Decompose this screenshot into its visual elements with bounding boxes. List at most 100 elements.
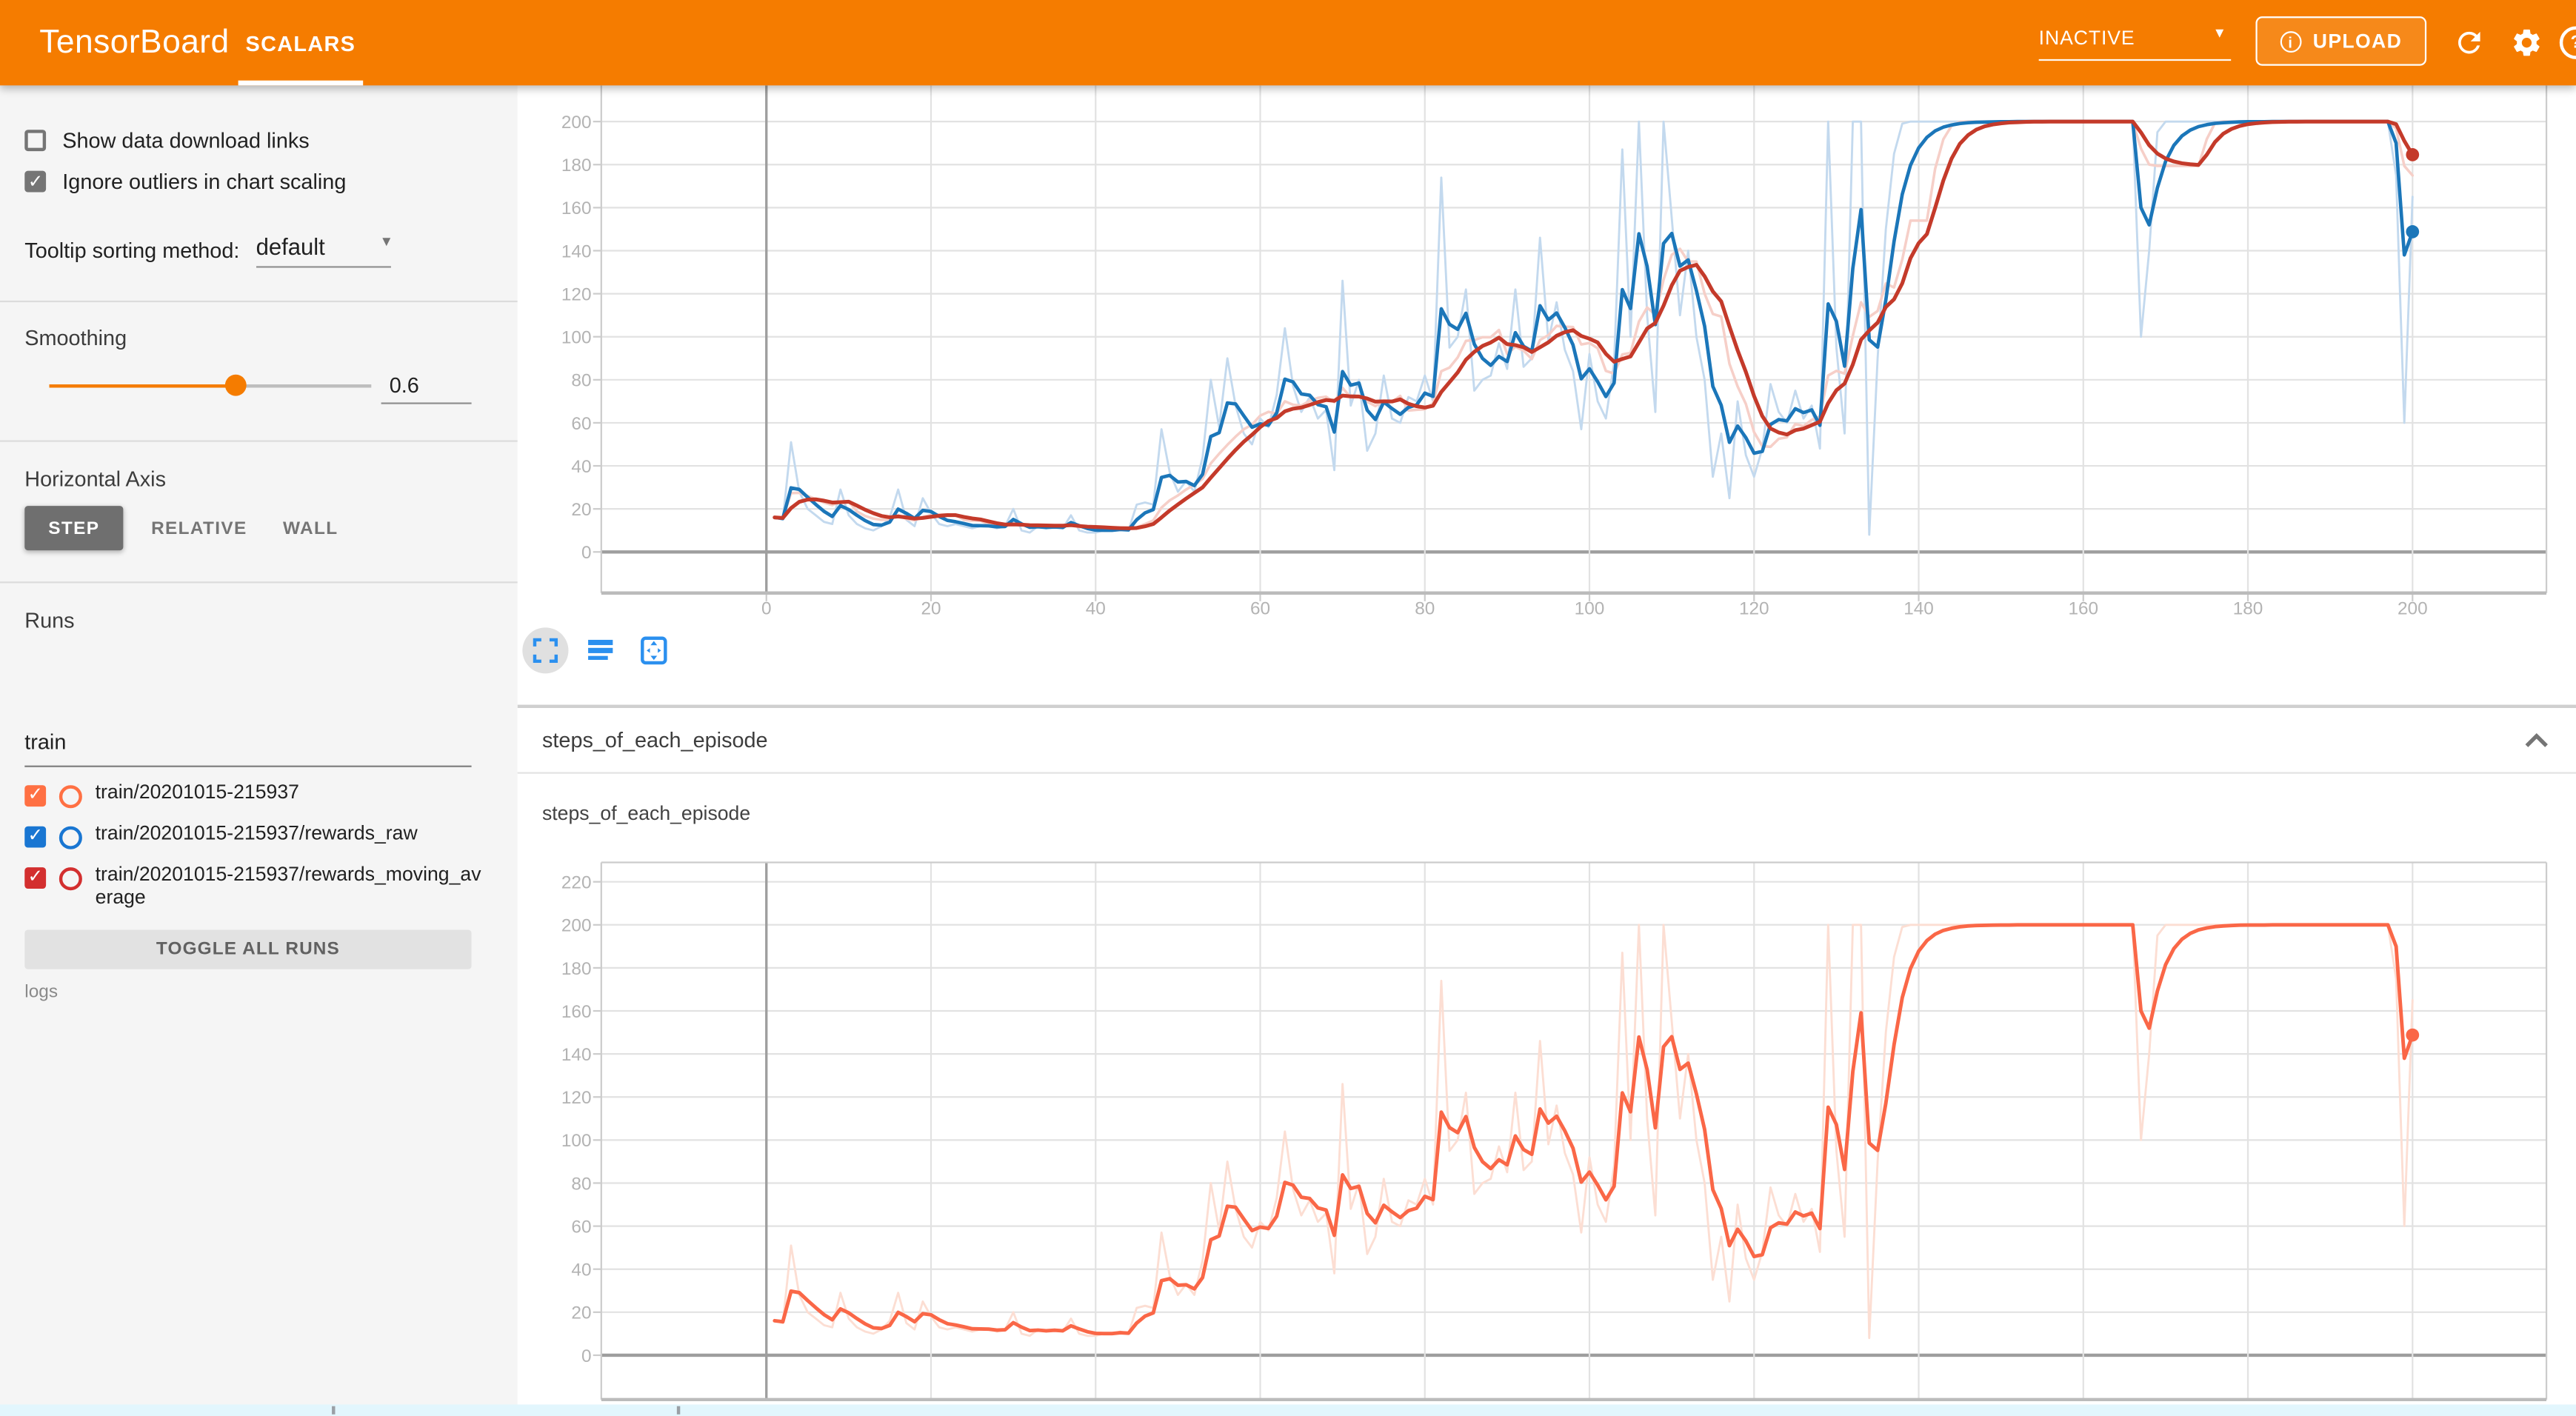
collapse-section-icon[interactable]: [2517, 721, 2556, 761]
sidebar: Show data download links ✓ Ignore outlie…: [0, 85, 518, 1416]
run-checkbox[interactable]: ✓: [24, 785, 46, 806]
y-tick-label: 20: [571, 1303, 591, 1323]
run-label: train/20201015-215937: [96, 782, 487, 804]
axis-button-relative[interactable]: RELATIVE: [141, 506, 253, 550]
y-tick-label: 0: [581, 543, 592, 563]
y-tick-label: 200: [561, 113, 592, 133]
rewards-raw-smoothed-line: [775, 121, 2412, 530]
x-tick-label: 180: [2233, 599, 2263, 619]
smoothing-slider-fill: [50, 384, 236, 387]
app-header: TensorBoard SCALARS INACTIVE ▾ i UPLOAD …: [0, 0, 2576, 85]
upload-button[interactable]: i UPLOAD: [2255, 16, 2426, 66]
ignore-outliers-row[interactable]: ✓ Ignore outliers in chart scaling: [24, 169, 346, 193]
y-tick-label: 40: [571, 457, 591, 477]
tooltip-sorting-row: Tooltip sorting method: default ▾: [24, 233, 390, 268]
log-scale-button[interactable]: [577, 627, 623, 673]
run-row[interactable]: ✓ train/20201015-215937: [24, 782, 493, 808]
runs-list: ✓train/20201015-215937✓train/20201015-21…: [24, 782, 493, 924]
run-label: train/20201015-215937/rewards_moving_ave…: [96, 864, 487, 909]
divider: [0, 301, 518, 302]
help-icon[interactable]: ?: [2560, 26, 2576, 59]
y-tick-label: 100: [561, 1131, 592, 1151]
tooltip-sorting-value: default: [256, 233, 325, 259]
ignore-outliers-checkbox[interactable]: ✓: [24, 171, 46, 193]
fit-domain-button[interactable]: [631, 627, 677, 673]
section-title: steps_of_each_episode: [542, 728, 768, 752]
tab-scalars[interactable]: SCALARS: [238, 0, 364, 85]
y-tick-label: 0: [581, 1346, 592, 1366]
y-tick-label: 180: [561, 156, 592, 176]
scrollbar-mark: [677, 1406, 680, 1415]
show-download-links-row[interactable]: Show data download links: [24, 128, 309, 153]
y-tick-label: 60: [571, 1217, 591, 1237]
logs-label: logs: [24, 982, 58, 1002]
axis-button-wall[interactable]: WALL: [270, 506, 352, 550]
run-color-circle[interactable]: [59, 867, 82, 890]
run-color-circle[interactable]: [59, 785, 82, 808]
y-tick-label: 60: [571, 414, 591, 434]
y-tick-label: 120: [561, 284, 592, 304]
steps-smoothed-line: [775, 925, 2412, 1334]
x-tick-label: 40: [1086, 599, 1106, 619]
show-download-links-checkbox[interactable]: [24, 130, 46, 151]
expand-icon: [533, 638, 558, 664]
run-row[interactable]: ✓train/20201015-215937/rewards_raw: [24, 823, 493, 849]
y-tick-label: 140: [561, 1045, 592, 1065]
divider: [0, 581, 518, 583]
x-tick-label: 80: [1415, 599, 1435, 619]
tab-scalars-label: SCALARS: [246, 31, 356, 56]
smoothing-value-input[interactable]: 0.6: [381, 371, 472, 404]
tensorboard-app: TensorBoard SCALARS INACTIVE ▾ i UPLOAD …: [0, 0, 2576, 1416]
run-filter-input[interactable]: train: [24, 729, 471, 767]
y-tick-label: 140: [561, 241, 592, 261]
smoothing-slider-thumb[interactable]: [225, 375, 247, 396]
y-tick-label: 20: [571, 500, 591, 520]
rewards-raw-line: [775, 121, 2412, 535]
y-tick-label: 160: [561, 1002, 592, 1022]
upload-button-label: UPLOAD: [2313, 30, 2402, 53]
ignore-outliers-label: Ignore outliers in chart scaling: [62, 169, 346, 193]
x-tick-label: 160: [2068, 599, 2098, 619]
steps-chart[interactable]: 020406080100120140160180200220: [518, 772, 2576, 1416]
run-checkbox[interactable]: ✓: [24, 826, 46, 848]
y-tick-label: 180: [561, 959, 592, 979]
dropdown-caret-icon: ▾: [382, 233, 390, 251]
horizontal-axis-label: Horizontal Axis: [24, 467, 166, 491]
y-tick-label: 80: [571, 371, 591, 391]
y-tick-label: 120: [561, 1088, 592, 1108]
divider: [0, 440, 518, 441]
tooltip-sorting-select[interactable]: default ▾: [256, 233, 391, 268]
toggle-all-runs-button[interactable]: TOGGLE ALL RUNS: [24, 929, 471, 969]
scrollbar-mark: [332, 1406, 335, 1415]
run-checkbox[interactable]: ✓: [24, 867, 46, 889]
smoothing-slider[interactable]: [50, 384, 372, 387]
bottom-scrollbar[interactable]: [0, 1404, 2576, 1416]
status-dropdown[interactable]: INACTIVE ▾: [2039, 20, 2232, 61]
axis-button-step[interactable]: STEP: [24, 506, 123, 550]
steps-raw-line: [775, 925, 2412, 1338]
fit-domain-icon: [639, 635, 669, 665]
x-tick-label: 120: [1739, 599, 1769, 619]
show-download-links-label: Show data download links: [62, 128, 309, 153]
settings-gear-icon[interactable]: [2510, 26, 2543, 59]
y-tick-label: 160: [561, 198, 592, 218]
x-tick-label: 0: [761, 599, 772, 619]
section-header[interactable]: steps_of_each_episode: [518, 708, 2576, 774]
y-tick-label: 40: [571, 1260, 591, 1280]
rewards-moving-average-line: [775, 121, 2412, 529]
expand-chart-button[interactable]: [522, 627, 568, 673]
refresh-icon[interactable]: [2453, 26, 2486, 59]
x-tick-label: 20: [921, 599, 941, 619]
series-end-dot[interactable]: [2406, 1029, 2419, 1042]
chart-toolbar: [522, 627, 677, 673]
rewards-chart[interactable]: 0204060801001201401601802000204060801001…: [518, 85, 2576, 706]
y-tick-label: 80: [571, 1174, 591, 1194]
run-row[interactable]: ✓ train/20201015-215937/rewards_moving_av…: [24, 864, 493, 909]
y-tick-label: 200: [561, 916, 592, 936]
run-color-circle[interactable]: [59, 826, 82, 849]
steps-chart-card: steps_of_each_episode 020406080100120140…: [518, 772, 2576, 1416]
rewards-moving-average-smoothed-line: [775, 121, 2412, 528]
x-tick-label: 60: [1250, 599, 1270, 619]
series-end-dot[interactable]: [2406, 148, 2419, 161]
series-end-dot[interactable]: [2406, 225, 2419, 238]
